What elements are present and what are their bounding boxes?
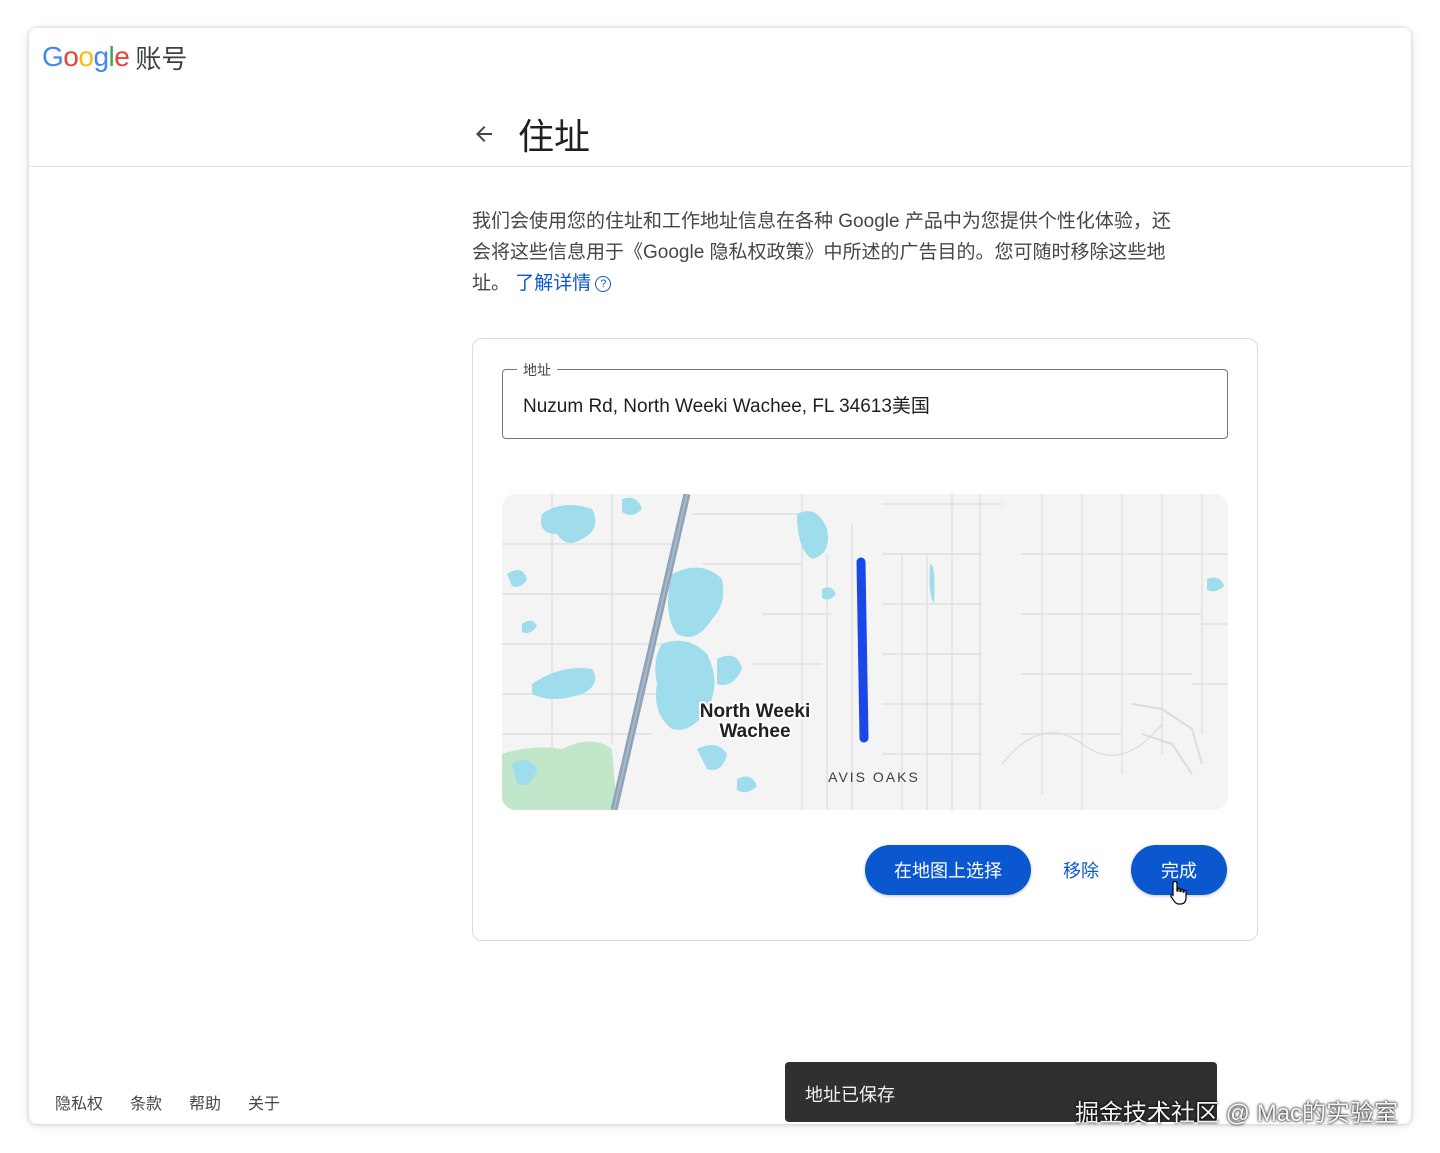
address-card: 地址 Nuzum Rd, North Weeki Wachee, FL 3461…	[472, 338, 1258, 941]
description: 我们会使用您的住址和工作地址信息在各种 Google 产品中为您提供个性化体验，…	[472, 206, 1172, 299]
route-line	[856, 557, 869, 743]
google-account-logo[interactable]: Google 账号	[42, 40, 187, 74]
page-header: 住址	[29, 98, 1411, 167]
remove-button[interactable]: 移除	[1053, 845, 1109, 895]
learn-more-link[interactable]: 了解详情?	[515, 273, 612, 294]
footer-privacy-link[interactable]: 隐私权	[55, 1090, 103, 1114]
done-button[interactable]: 完成	[1131, 845, 1227, 895]
watermark: 掘金技术社区 @ Mac的实验室	[1075, 1100, 1399, 1127]
product-name: 账号	[135, 43, 188, 74]
google-logo: Google	[42, 41, 130, 72]
map-canvas: North Weeki North Weeki Wachee Wachee AV…	[502, 494, 1228, 810]
footer-about-link[interactable]: 关于	[248, 1090, 280, 1114]
choose-on-map-button[interactable]: 在地图上选择	[865, 845, 1031, 895]
back-button[interactable]	[466, 116, 502, 152]
map-preview[interactable]: North Weeki North Weeki Wachee Wachee AV…	[502, 494, 1228, 810]
page-title: 住址	[518, 116, 591, 157]
map-place-label-1: North Weeki	[700, 701, 811, 722]
footer-terms-link[interactable]: 条款	[130, 1090, 162, 1114]
footer: 隐私权 条款 帮助 关于	[55, 1090, 307, 1114]
address-input[interactable]	[523, 370, 1213, 438]
map-place-label-2: Wachee	[719, 721, 790, 742]
snackbar-message: 地址已保存	[805, 1085, 895, 1105]
address-field[interactable]: 地址	[502, 360, 1228, 439]
arrow-back-icon	[476, 126, 492, 142]
map-area-label: AVIS OAKS	[828, 769, 920, 785]
footer-help-link[interactable]: 帮助	[189, 1090, 221, 1114]
browser-window: Google 账号 住址 我们会使用您的住址和工作地址信息在各种 Google …	[29, 28, 1411, 1124]
help-circle-icon: ?	[595, 276, 612, 292]
